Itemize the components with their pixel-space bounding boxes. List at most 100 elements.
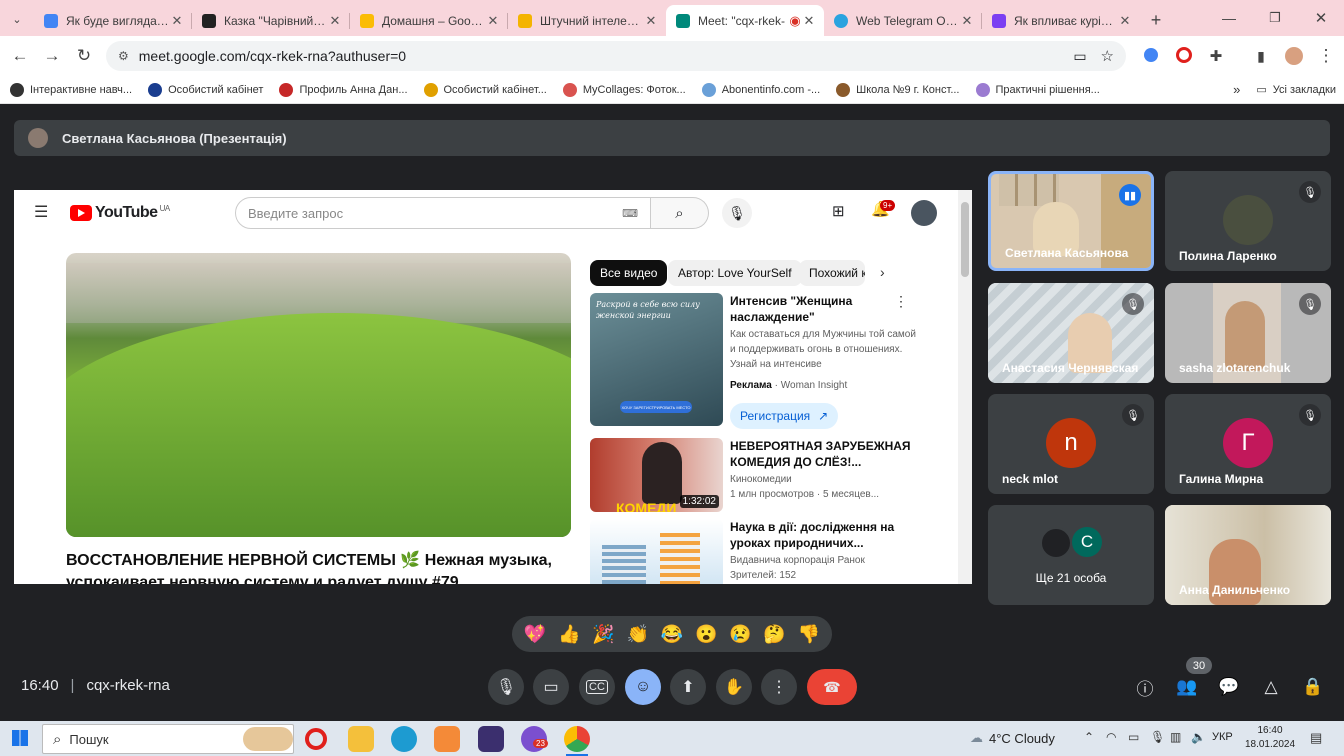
scrollbar[interactable] <box>958 190 972 584</box>
chip-similar[interactable]: Похожий к <box>799 260 865 286</box>
reaction-crying[interactable]: 😢 <box>729 624 751 645</box>
close-window-button[interactable]: ✕ <box>1298 0 1344 36</box>
back-button[interactable]: ← <box>4 40 36 72</box>
search-button[interactable]: ⌕ <box>651 197 709 229</box>
people-button[interactable]: 👥 <box>1174 676 1200 698</box>
chat-button[interactable]: 💬 <box>1216 676 1242 698</box>
participant-tile[interactable]: 🎙 sasha zlotarenchuk <box>1165 283 1331 383</box>
profile-avatar[interactable] <box>1285 47 1303 65</box>
close-icon[interactable]: ✕ <box>960 13 974 29</box>
extensions-puzzle-icon[interactable]: ✚ <box>1200 40 1232 72</box>
edge-icon[interactable] <box>391 726 417 752</box>
file-explorer-icon[interactable] <box>348 726 374 752</box>
microphone-tray-icon[interactable]: 🎙 <box>1150 730 1165 744</box>
menu-kebab-icon[interactable]: ⋮ <box>1310 40 1342 72</box>
more-participants-tile[interactable]: C Ще 21 особа <box>988 505 1154 605</box>
camera-icon[interactable]: ▭ <box>1073 48 1086 65</box>
more-options-button[interactable]: ⋮ <box>761 669 797 705</box>
tray-chevron-up-icon[interactable]: ⌃ <box>1084 730 1094 744</box>
opera-extension-icon[interactable] <box>1176 47 1192 63</box>
browser-tab-active[interactable]: Meet: "cqx-rkek- ◉ ✕ <box>666 5 824 36</box>
browser-tab[interactable]: Штучний інтелект.р ✕ <box>508 5 666 36</box>
browser-tab[interactable]: Казка "Чарівний ліс ✕ <box>192 5 350 36</box>
reaction-clapping[interactable]: 👏 <box>627 624 649 645</box>
recommendation-item[interactable]: Наука в дії: дослідження на уроках приро… <box>590 519 940 584</box>
app-icon[interactable] <box>434 726 460 752</box>
scrollbar-thumb[interactable] <box>961 202 969 277</box>
create-video-icon[interactable]: ⊞ <box>832 202 845 220</box>
taskbar-search-input[interactable]: ⌕ Пошук <box>42 724 294 754</box>
chrome-icon[interactable] <box>564 726 590 752</box>
camera-button[interactable]: ▭ <box>533 669 569 705</box>
participant-tile[interactable]: 🎙 Полина Ларенко <box>1165 171 1331 271</box>
captions-button[interactable]: CC <box>579 669 615 705</box>
opera-app-icon[interactable] <box>305 728 327 750</box>
new-tab-button[interactable]: + <box>1140 5 1172 36</box>
bookmark-star-icon[interactable]: ☆ <box>1101 47 1114 65</box>
present-button[interactable]: ⬆ <box>670 669 706 705</box>
close-icon[interactable]: ✕ <box>802 13 816 29</box>
bookmark-item[interactable]: MyCollages: Фоток... <box>562 82 686 97</box>
tab-search-button[interactable]: ⌄ <box>0 2 34 36</box>
participant-tile[interactable]: Г 🎙 Галина Мирна <box>1165 394 1331 494</box>
meeting-details-button[interactable]: ⓘ <box>1132 676 1158 699</box>
video-thumbnail[interactable] <box>590 519 723 584</box>
browser-tab[interactable]: Домашня – Google ✕ <box>350 5 508 36</box>
notifications-icon[interactable]: ▤ <box>1310 730 1322 746</box>
bookmarks-overflow-icon[interactable]: » <box>1233 82 1240 97</box>
close-icon[interactable]: ✕ <box>1118 13 1132 29</box>
bookmark-item[interactable]: Практичні рішення... <box>975 82 1100 97</box>
chevron-right-icon[interactable]: › <box>880 264 885 280</box>
address-bar[interactable]: ⚙ meet.google.com/cqx-rkek-rna?authuser=… <box>106 41 1126 71</box>
app-tray-icon[interactable]: ▭ <box>1128 730 1139 744</box>
hamburger-menu-icon[interactable]: ☰ <box>34 205 50 221</box>
leave-call-button[interactable]: ☎ <box>807 669 857 705</box>
reaction-laughing[interactable]: 😂 <box>661 624 683 645</box>
network-icon[interactable]: ▥ <box>1170 730 1181 744</box>
browser-tab[interactable]: Як впливає куріння ✕ <box>982 5 1140 36</box>
bookmark-item[interactable]: Інтерактивне навч... <box>10 82 132 97</box>
ad-thumbnail[interactable]: Раскрой в себе всю силу женской энергии … <box>590 293 723 426</box>
bookmark-item[interactable]: Особистий кабінет <box>148 82 263 97</box>
browser-tab[interactable]: Web Telegram Onlin ✕ <box>824 5 982 36</box>
video-thumbnail[interactable]: КОМЕДИ 1:32:02 <box>590 438 723 512</box>
chip-author[interactable]: Автор: Love YourSelf <box>668 260 802 286</box>
register-button[interactable]: Регистрация ↗ <box>730 403 839 429</box>
participant-tile[interactable]: 🎙 Анастасия Чернявская <box>988 283 1154 383</box>
bookmark-item[interactable]: Школа №9 г. Конст... <box>836 82 960 97</box>
voice-search-button[interactable]: 🎙 <box>722 198 752 228</box>
raise-hand-button[interactable]: ✋ <box>716 669 752 705</box>
reaction-thumbs-down[interactable]: 👎 <box>798 624 820 645</box>
keyboard-icon[interactable]: ⌨ <box>622 207 638 220</box>
volume-icon[interactable]: 🔈 <box>1191 730 1206 744</box>
wifi-icon[interactable]: ◠ <box>1106 730 1116 744</box>
app-icon[interactable] <box>478 726 504 752</box>
participant-tile[interactable]: n 🎙 neck mlot <box>988 394 1154 494</box>
windows-start-icon[interactable] <box>12 730 28 746</box>
youtube-logo[interactable]: YouTube UA <box>70 204 170 222</box>
close-icon[interactable]: ✕ <box>644 13 658 29</box>
activities-button[interactable]: △ <box>1258 676 1284 698</box>
recommendation-ad[interactable]: Раскрой в себе всю силу женской энергии … <box>590 293 940 429</box>
reaction-party-popper[interactable]: 🎉 <box>592 624 614 645</box>
host-controls-button[interactable]: 🔒 <box>1300 676 1326 698</box>
recommendation-item[interactable]: КОМЕДИ 1:32:02 НЕВЕРОЯТНАЯ ЗАРУБЕЖНАЯ КО… <box>590 438 940 512</box>
video-player[interactable] <box>66 253 571 537</box>
more-options-icon[interactable]: ⋮ <box>894 293 908 310</box>
weather-widget[interactable]: ☁ 4°C Cloudy <box>970 730 1055 746</box>
youtube-search-input[interactable]: Введите запрос ⌨ <box>235 197 651 229</box>
participant-tile[interactable]: Анна Данильченко <box>1165 505 1331 605</box>
site-info-icon[interactable]: ⚙ <box>118 49 129 63</box>
bookmark-item[interactable]: Abonentinfo.com -... <box>701 82 820 97</box>
chip-all-videos[interactable]: Все видео <box>590 260 668 286</box>
close-icon[interactable]: ✕ <box>486 13 500 29</box>
participant-tile-speaking[interactable]: ▮▮ Светлана Касьянова <box>988 171 1154 271</box>
close-icon[interactable]: ✕ <box>328 13 342 29</box>
minimize-button[interactable]: — <box>1206 0 1252 36</box>
bookmark-item[interactable]: Особистий кабінет... <box>423 82 547 97</box>
close-icon[interactable]: ✕ <box>170 13 184 29</box>
reaction-surprised[interactable]: 😮 <box>695 624 717 645</box>
all-bookmarks-folder[interactable]: ▭ Усі закладки <box>1256 83 1336 97</box>
language-indicator[interactable]: УКР <box>1212 731 1233 743</box>
youtube-avatar[interactable] <box>911 200 937 226</box>
